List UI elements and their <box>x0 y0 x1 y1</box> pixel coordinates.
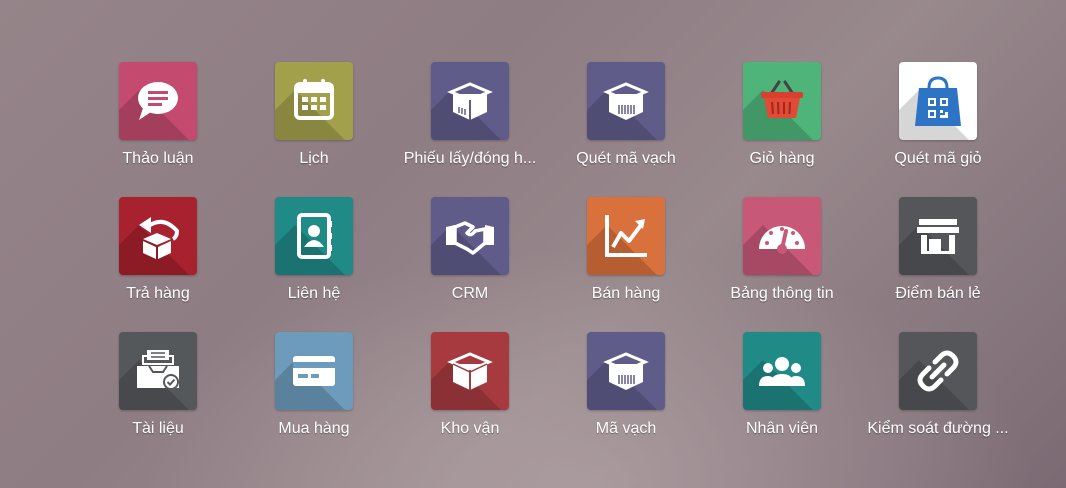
app-label: Quét mã giỏ <box>894 150 982 167</box>
app-ma-vach[interactable]: Mã vạch <box>548 332 704 467</box>
app-label: Quét mã vạch <box>576 150 676 167</box>
app-thao-luan[interactable]: Thảo luận <box>80 62 236 197</box>
app-label: Mua hàng <box>278 420 350 437</box>
credit-card-icon <box>275 332 353 410</box>
app-label: Thảo luận <box>122 150 194 167</box>
app-phieu-lay[interactable]: Phiếu lấy/đóng h... <box>392 62 548 197</box>
app-quet-ma-gio[interactable]: Quét mã giỏ <box>860 62 1016 197</box>
trend-chart-icon <box>587 197 665 275</box>
app-label: CRM <box>451 285 489 302</box>
box-barcode-icon <box>587 332 665 410</box>
app-label: Lịch <box>299 150 329 167</box>
app-crm[interactable]: CRM <box>392 197 548 332</box>
app-ban-hang[interactable]: Bán hàng <box>548 197 704 332</box>
app-bang-thong-tin[interactable]: Bảng thông tin <box>704 197 860 332</box>
app-tra-hang[interactable]: Trả hàng <box>80 197 236 332</box>
chat-bubble-icon <box>119 62 197 140</box>
qr-bag-icon <box>899 62 977 140</box>
app-label: Tài liệu <box>132 420 184 437</box>
app-label: Bảng thông tin <box>730 285 834 302</box>
app-lich[interactable]: Lịch <box>236 62 392 197</box>
return-box-icon <box>119 197 197 275</box>
app-mua-hang[interactable]: Mua hàng <box>236 332 392 467</box>
app-kiem-soat-duong[interactable]: Kiểm soát đường ... <box>860 332 1016 467</box>
people-icon <box>743 332 821 410</box>
gauge-icon <box>743 197 821 275</box>
app-grid: Thảo luận Lịch Phiếu lấy/đóng h... Quét … <box>80 62 1016 467</box>
app-label: Nhân viên <box>745 420 819 437</box>
app-label: Phiếu lấy/đóng h... <box>403 150 537 167</box>
store-icon <box>899 197 977 275</box>
app-tai-lieu[interactable]: Tài liệu <box>80 332 236 467</box>
app-label: Điểm bán lẻ <box>895 285 981 302</box>
app-label: Liên hệ <box>287 285 341 302</box>
app-kho-van[interactable]: Kho vận <box>392 332 548 467</box>
app-diem-ban-le[interactable]: Điểm bán lẻ <box>860 197 1016 332</box>
app-nhan-vien[interactable]: Nhân viên <box>704 332 860 467</box>
app-quet-ma-vach[interactable]: Quét mã vạch <box>548 62 704 197</box>
shopping-basket-icon <box>743 62 821 140</box>
box-barcode-icon <box>587 62 665 140</box>
calendar-icon <box>275 62 353 140</box>
document-tray-icon <box>119 332 197 410</box>
address-book-icon <box>275 197 353 275</box>
link-chain-icon <box>899 332 977 410</box>
app-label: Kho vận <box>440 420 500 437</box>
app-gio-hang[interactable]: Giỏ hàng <box>704 62 860 197</box>
app-label: Trả hàng <box>126 285 190 302</box>
app-label: Mã vạch <box>595 420 657 437</box>
app-label: Giỏ hàng <box>749 150 815 167</box>
app-label: Bán hàng <box>591 285 661 302</box>
box-icon <box>431 332 509 410</box>
handshake-icon <box>431 197 509 275</box>
app-label: Kiểm soát đường ... <box>867 420 1009 437</box>
box-icon <box>431 62 509 140</box>
app-lien-he[interactable]: Liên hệ <box>236 197 392 332</box>
